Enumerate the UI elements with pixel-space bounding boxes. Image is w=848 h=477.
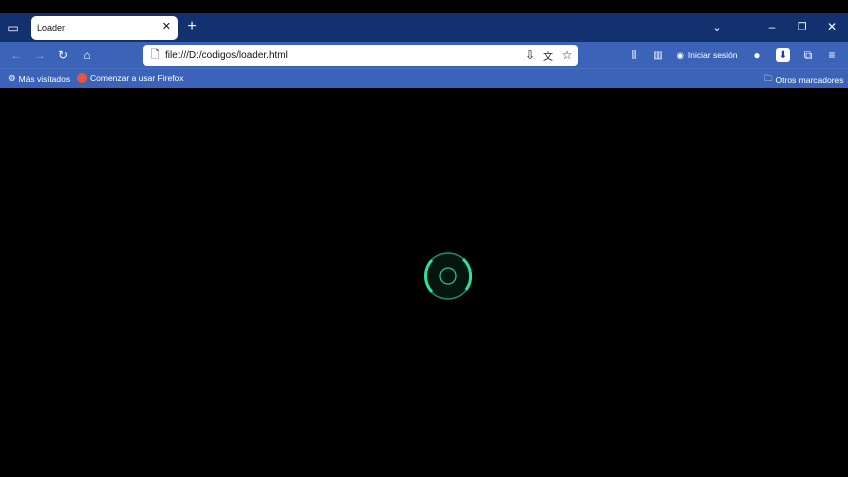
bookmark-star-icon[interactable]: ☆ xyxy=(560,48,574,62)
bookmark-label: Más visitados xyxy=(18,73,71,84)
tab-overview-icon[interactable]: ▭ xyxy=(5,20,21,36)
page-icon: 🗋 xyxy=(150,48,160,61)
new-tab-icon[interactable]: + xyxy=(184,18,200,35)
translate-icon[interactable]: 文 xyxy=(541,48,555,63)
tab-title: Loader xyxy=(37,23,66,33)
loader-spinner xyxy=(424,252,473,300)
nav-toolbar: ← → ↻ ⌂ 🗋 file:///D:/codigos/loader.html… xyxy=(0,42,848,68)
url-bar[interactable]: 🗋 file:///D:/codigos/loader.html ⇩ 文 ☆ xyxy=(143,45,578,66)
other-bookmarks-label: Otros marcadores xyxy=(775,75,844,85)
home-icon[interactable]: ⌂ xyxy=(79,47,95,63)
signin-label: Iniciar sesión xyxy=(687,50,738,60)
account-icon: ◉ xyxy=(676,49,684,60)
downloads-icon[interactable]: ⬇ xyxy=(776,48,790,62)
other-bookmarks[interactable]: 🗀 Otros marcadores xyxy=(764,73,844,87)
bookmark-label: Comenzar a usar Firefox xyxy=(90,73,184,83)
extensions-puzzle-icon[interactable]: ⧉ xyxy=(800,47,816,63)
close-window-icon[interactable]: ✕ xyxy=(824,19,840,35)
page-content xyxy=(0,88,848,477)
download-icon[interactable]: ⇩ xyxy=(523,48,537,62)
bookmark-getting-started[interactable]: Comenzar a usar Firefox xyxy=(77,73,184,83)
minimize-icon[interactable]: – xyxy=(764,19,780,35)
gear-icon: ⚙ xyxy=(8,73,16,83)
restore-icon[interactable]: ❐ xyxy=(794,19,810,35)
url-text[interactable]: file:///D:/codigos/loader.html xyxy=(165,50,288,61)
folder-icon: 🗀 xyxy=(764,73,773,83)
bookmark-most-visited[interactable]: ⚙ Más visitados xyxy=(8,73,70,84)
tab-loader[interactable]: Loader ✕ xyxy=(31,16,178,40)
sidebar-icon[interactable]: ▥ xyxy=(650,47,666,63)
window-top-edge xyxy=(0,0,848,13)
extension-icon[interactable]: ● xyxy=(749,47,765,63)
library-icon[interactable]: ⫼ xyxy=(626,47,642,63)
firefox-icon xyxy=(77,73,87,83)
signin-button[interactable]: ◉ Iniciar sesión xyxy=(674,46,740,64)
list-tabs-chevron-down-icon[interactable]: ⌄ xyxy=(709,19,725,35)
menu-icon[interactable]: ≡ xyxy=(824,47,840,63)
forward-icon[interactable]: → xyxy=(32,47,48,63)
tab-strip: ▭ Loader ✕ + ⌄ – ❐ ✕ xyxy=(0,13,848,42)
bookmarks-bar: ⚙ Más visitados Comenzar a usar Firefox 🗀… xyxy=(0,68,848,88)
close-tab-icon[interactable]: ✕ xyxy=(162,20,171,33)
reload-icon[interactable]: ↻ xyxy=(55,47,71,63)
back-icon[interactable]: ← xyxy=(8,47,24,63)
